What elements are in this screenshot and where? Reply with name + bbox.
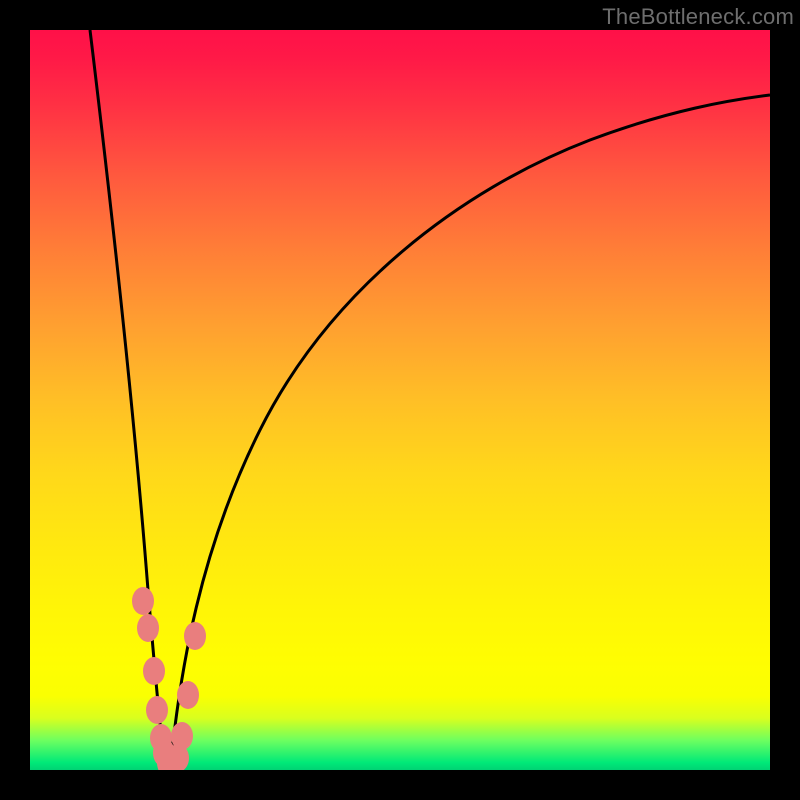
watermark-text: TheBottleneck.com xyxy=(602,4,794,30)
data-dot xyxy=(137,614,159,642)
data-dot xyxy=(132,587,154,615)
data-dot xyxy=(171,722,193,750)
chart-frame: TheBottleneck.com xyxy=(0,0,800,800)
data-dot xyxy=(184,622,206,650)
plot-area xyxy=(30,30,770,770)
data-dot xyxy=(146,696,168,724)
curve-layer xyxy=(30,30,770,770)
right-curve xyxy=(170,95,770,770)
data-dot xyxy=(143,657,165,685)
data-dot xyxy=(177,681,199,709)
